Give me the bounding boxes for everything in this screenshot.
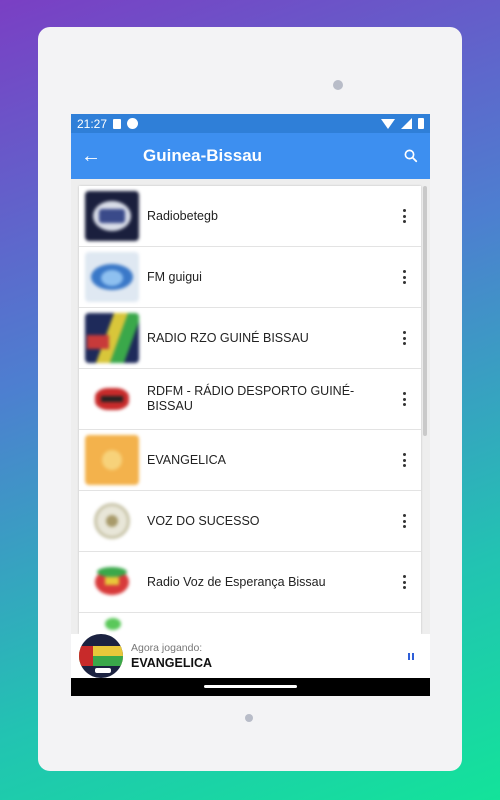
station-name: VOZ DO SUCESSO (147, 513, 260, 528)
system-nav-bar (71, 678, 430, 696)
battery-icon (418, 118, 424, 129)
status-time: 21:27 (77, 116, 108, 131)
station-logo (85, 374, 139, 424)
home-gesture-pill[interactable] (204, 685, 297, 688)
search-icon[interactable] (402, 147, 420, 165)
now-playing-flag-icon (79, 634, 123, 678)
page-title: Guinea-Bissau (143, 146, 263, 165)
wifi-icon (381, 118, 395, 129)
station-name: Radio Voz de Esperança Bissau (147, 574, 326, 589)
more-options-icon[interactable] (393, 331, 415, 345)
station-name: RDFM - RÁDIO DESPORTO GUINÉ-BISSAU (147, 384, 355, 413)
station-logo (85, 496, 139, 546)
station-logo (85, 435, 139, 485)
more-options-icon[interactable] (393, 392, 415, 406)
more-options-icon[interactable] (393, 209, 415, 223)
station-item[interactable]: RADIO RZO GUINÉ BISSAU (79, 308, 421, 369)
now-playing-title: EVANGELICA (131, 656, 213, 670)
station-item[interactable]: FM guigui (79, 247, 421, 308)
more-options-icon[interactable] (393, 270, 415, 284)
station-item[interactable]: VOZ DO SUCESSO (79, 491, 421, 552)
status-bar: 21:27 (71, 114, 430, 133)
station-logo (85, 557, 139, 607)
station-name: Radiobetegb (147, 208, 218, 223)
station-list: Radiobetegb FM guigui RADIO RZO GUINÉ BI… (79, 186, 421, 634)
station-logo (85, 252, 139, 302)
station-item[interactable]: Radiobetegb (79, 186, 421, 247)
back-arrow-icon[interactable]: ← (81, 146, 109, 166)
signal-icon (401, 118, 412, 129)
station-logo (85, 618, 139, 634)
phone-screen: 21:27 ← Guinea-Bissau Radiobetegb FM gui… (71, 114, 430, 696)
more-options-icon[interactable] (393, 514, 415, 528)
now-playing-label: Agora jogando: (131, 642, 203, 654)
pause-icon[interactable] (408, 652, 414, 660)
station-name: RADIO RZO GUINÉ BISSAU (147, 330, 309, 345)
station-name: EVANGELICA (147, 452, 226, 467)
app-bar: ← Guinea-Bissau (71, 133, 430, 179)
list-scrollbar[interactable] (423, 186, 427, 436)
station-logo (85, 191, 139, 241)
station-item[interactable]: RDFM - RÁDIO DESPORTO GUINÉ-BISSAU (79, 369, 421, 430)
more-options-icon[interactable] (393, 575, 415, 589)
home-sensor-dot (245, 714, 253, 722)
now-playing-bar[interactable]: Agora jogando: EVANGELICA (71, 634, 430, 678)
more-options-icon[interactable] (393, 453, 415, 467)
notification-circle-icon (127, 118, 139, 129)
station-item[interactable]: Radio Voz de Esperança Bissau (79, 552, 421, 613)
station-logo (85, 313, 139, 363)
station-item[interactable]: EVANGELICA (79, 430, 421, 491)
camera-dot (333, 80, 343, 90)
sd-card-icon (113, 118, 122, 129)
station-item-partial[interactable] (79, 613, 421, 634)
station-name: FM guigui (147, 269, 202, 284)
